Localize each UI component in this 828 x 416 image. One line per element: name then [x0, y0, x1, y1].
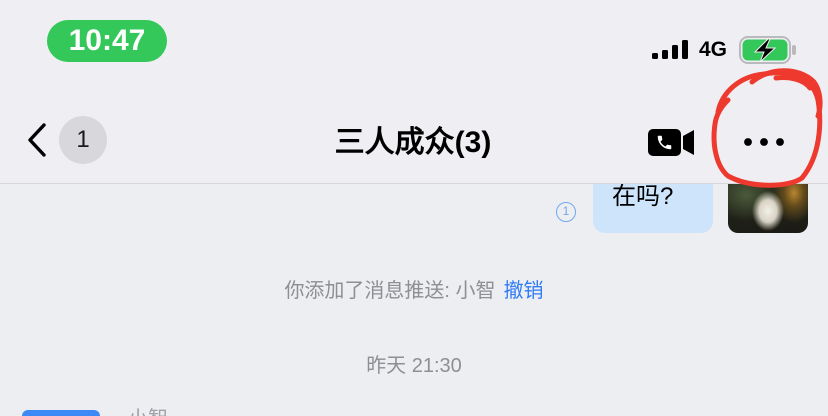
- back-button[interactable]: 1: [14, 112, 114, 168]
- system-notice-text: 你添加了消息推送: 小智: [284, 280, 496, 302]
- navigation-bar: 10:47 4G 1 三人成众(3): [0, 0, 828, 184]
- read-receipt-count[interactable]: 1: [556, 202, 576, 222]
- more-dots-icon[interactable]: [728, 120, 800, 164]
- battery-charging-icon: [739, 36, 796, 64]
- signal-bars-icon: [652, 40, 688, 59]
- video-call-icon[interactable]: [645, 124, 697, 160]
- more-button[interactable]: [728, 120, 800, 164]
- message-timestamp: 昨天 21:30: [366, 355, 462, 377]
- unread-count-badge[interactable]: 1: [59, 116, 107, 164]
- sender-name: 小智: [128, 408, 188, 416]
- video-call-button[interactable]: [640, 120, 702, 164]
- undo-link[interactable]: 撤销: [504, 280, 544, 302]
- system-notice: 你添加了消息推送: 小智 撤销: [0, 277, 828, 305]
- chevron-left-icon[interactable]: [24, 122, 50, 158]
- chat-title: 三人成众(3): [334, 126, 492, 159]
- status-time-pill[interactable]: 10:47: [47, 20, 167, 62]
- sender-avatar[interactable]: [22, 410, 100, 416]
- network-type: 4G: [699, 38, 728, 61]
- message-text: 在吗?: [612, 183, 674, 210]
